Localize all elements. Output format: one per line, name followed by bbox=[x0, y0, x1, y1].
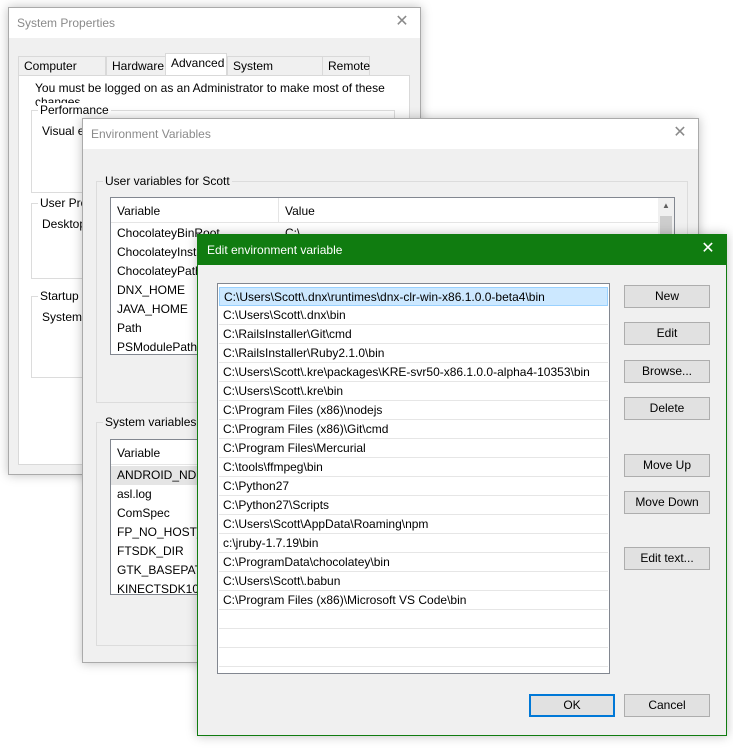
path-row-selected[interactable]: C:\Users\Scott\.dnx\runtimes\dnx-clr-win… bbox=[219, 287, 608, 306]
path-row[interactable]: C:\Program Files (x86)\nodejs bbox=[219, 401, 608, 420]
ok-button[interactable]: OK bbox=[529, 694, 615, 717]
close-icon[interactable]: ✕ bbox=[392, 12, 412, 32]
path-list[interactable]: C:\Users\Scott\.dnx\runtimes\dnx-clr-win… bbox=[217, 283, 610, 674]
system-variables-label: System variables bbox=[103, 415, 199, 429]
path-row[interactable]: C:\Python27\Scripts bbox=[219, 496, 608, 515]
env-vars-titlebar: Environment Variables ✕ bbox=[83, 119, 698, 149]
delete-button[interactable]: Delete bbox=[624, 397, 710, 420]
list-header: Variable Value bbox=[111, 198, 658, 223]
browse-button[interactable]: Browse... bbox=[624, 360, 710, 383]
path-row[interactable]: C:\Python27 bbox=[219, 477, 608, 496]
move-up-button[interactable]: Move Up bbox=[624, 454, 710, 477]
edit-button[interactable]: Edit bbox=[624, 322, 710, 345]
chevron-up-icon[interactable]: ▲ bbox=[662, 201, 670, 210]
close-icon[interactable]: ✕ bbox=[698, 239, 718, 259]
path-row-empty[interactable] bbox=[219, 629, 608, 648]
tab-computer-name[interactable]: Computer Name bbox=[18, 56, 106, 87]
path-row[interactable]: C:\Users\Scott\AppData\Roaming\npm bbox=[219, 515, 608, 534]
user-variables-label: User variables for Scott bbox=[103, 174, 232, 188]
window-title: System Properties bbox=[17, 16, 116, 30]
path-row[interactable]: C:\Users\Scott\.dnx\bin bbox=[219, 306, 608, 325]
path-row[interactable]: C:\ProgramData\chocolatey\bin bbox=[219, 553, 608, 572]
column-divider bbox=[278, 198, 279, 222]
tab-remote[interactable]: Remote bbox=[322, 56, 370, 75]
move-down-button[interactable]: Move Down bbox=[624, 491, 710, 514]
tab-system-protection[interactable]: System Protection bbox=[227, 56, 323, 87]
path-row[interactable]: C:\Program Files (x86)\Microsoft VS Code… bbox=[219, 591, 608, 610]
system-properties-titlebar: System Properties ✕ bbox=[9, 8, 420, 38]
window-title: Edit environment variable bbox=[207, 243, 343, 257]
edit-text-button[interactable]: Edit text... bbox=[624, 547, 710, 570]
path-row[interactable]: C:\RailsInstaller\Git\cmd bbox=[219, 325, 608, 344]
path-row-empty[interactable] bbox=[219, 648, 608, 667]
path-row[interactable]: C:\RailsInstaller\Ruby2.1.0\bin bbox=[219, 344, 608, 363]
column-header-variable[interactable]: Variable bbox=[117, 204, 160, 218]
path-row[interactable]: C:\Users\Scott\.kre\bin bbox=[219, 382, 608, 401]
window-title: Environment Variables bbox=[91, 127, 211, 141]
edit-dialog-titlebar: Edit environment variable ✕ bbox=[198, 235, 726, 265]
user-profiles-desc: Desktop bbox=[42, 217, 87, 231]
column-header-variable[interactable]: Variable bbox=[117, 446, 160, 460]
path-row[interactable]: C:\Program Files\Mercurial bbox=[219, 439, 608, 458]
performance-label: Performance bbox=[38, 103, 111, 117]
tab-advanced[interactable]: Advanced bbox=[165, 53, 227, 76]
tab-hardware[interactable]: Hardware bbox=[106, 56, 166, 75]
path-row[interactable]: C:\tools\ffmpeg\bin bbox=[219, 458, 608, 477]
close-icon[interactable]: ✕ bbox=[670, 123, 690, 143]
path-row[interactable]: c:\jruby-1.7.19\bin bbox=[219, 534, 608, 553]
path-row-empty[interactable] bbox=[219, 610, 608, 629]
edit-env-var-dialog: Edit environment variable ✕ C:\Users\Sco… bbox=[197, 234, 727, 736]
path-row[interactable]: C:\Users\Scott\.kre\packages\KRE-svr50-x… bbox=[219, 363, 608, 382]
new-button[interactable]: New bbox=[624, 285, 710, 308]
path-row[interactable]: C:\Users\Scott\.babun bbox=[219, 572, 608, 591]
column-header-value[interactable]: Value bbox=[285, 204, 315, 218]
cancel-button[interactable]: Cancel bbox=[624, 694, 710, 717]
path-row[interactable]: C:\Program Files (x86)\Git\cmd bbox=[219, 420, 608, 439]
